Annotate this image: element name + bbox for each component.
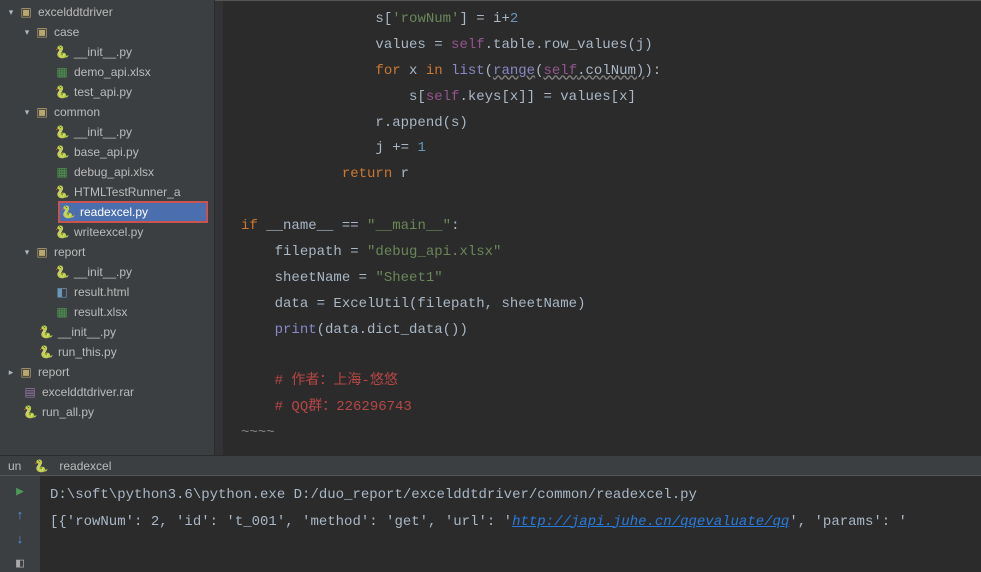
chevron-down-icon: ▾ xyxy=(4,7,18,18)
tree-file[interactable]: 🐍__init__.py xyxy=(0,122,214,142)
tree-file[interactable]: ▦debug_api.xlsx xyxy=(0,162,214,182)
python-file-icon: 🐍 xyxy=(54,44,70,60)
python-file-icon: 🐍 xyxy=(54,84,70,100)
package-icon: ▣ xyxy=(34,24,50,40)
chevron-down-icon: ▾ xyxy=(20,107,34,118)
editor-gutter xyxy=(215,1,223,455)
chevron-down-icon: ▾ xyxy=(20,27,34,38)
tree-file[interactable]: ▤excelddtdriver.rar xyxy=(0,382,214,402)
tree-root[interactable]: ▾ ▣ excelddtdriver xyxy=(0,2,214,22)
console-url[interactable]: http://japi.juhe.cn/qqevaluate/qq xyxy=(512,514,789,530)
tree-file[interactable]: 🐍__init__.py xyxy=(0,262,214,282)
tree-folder-report[interactable]: ▾ ▣ report xyxy=(0,242,214,262)
chevron-down-icon: ▾ xyxy=(20,247,34,258)
python-file-icon: 🐍 xyxy=(54,144,70,160)
tree-file[interactable]: 🐍__init__.py xyxy=(0,322,214,342)
run-tab-bar[interactable]: un 🐍 readexcel xyxy=(0,455,981,475)
excel-file-icon: ▦ xyxy=(54,164,70,180)
folder-icon: ▣ xyxy=(18,4,34,20)
python-file-icon: 🐍 xyxy=(54,264,70,280)
tree-file[interactable]: 🐍run_all.py xyxy=(0,402,214,422)
tree-folder-report2[interactable]: ▸ ▣ report xyxy=(0,362,214,382)
tree-file[interactable]: 🐍run_this.py xyxy=(0,342,214,362)
tree-file[interactable]: 🐍__init__.py xyxy=(0,42,214,62)
tree-folder-common[interactable]: ▾ ▣ common xyxy=(0,102,214,122)
tree-file[interactable]: ▦result.xlsx xyxy=(0,302,214,322)
console-line: D:\soft\python3.6\python.exe D:/duo_repo… xyxy=(50,482,971,509)
python-file-icon: 🐍 xyxy=(38,344,54,360)
python-file-icon: 🐍 xyxy=(38,324,54,340)
rerun-button[interactable]: ▶ xyxy=(11,482,29,500)
python-file-icon: 🐍 xyxy=(60,204,76,220)
chevron-right-icon: ▸ xyxy=(4,367,18,378)
excel-file-icon: ▦ xyxy=(54,64,70,80)
tree-file[interactable]: 🐍writeexcel.py xyxy=(0,222,214,242)
console-options-button[interactable]: ◧ xyxy=(11,554,29,572)
python-file-icon: 🐍 xyxy=(54,124,70,140)
tree-file[interactable]: 🐍test_api.py xyxy=(0,82,214,102)
package-icon: ▣ xyxy=(34,104,50,120)
excel-file-icon: ▦ xyxy=(54,304,70,320)
package-icon: ▣ xyxy=(34,244,50,260)
project-tree[interactable]: ▾ ▣ excelddtdriver ▾ ▣ case 🐍__init__.py… xyxy=(0,0,215,455)
console-toolbar: ▶ ↑ ↓ ◧ xyxy=(0,476,40,572)
tree-file[interactable]: ▦demo_api.xlsx xyxy=(0,62,214,82)
python-file-icon: 🐍 xyxy=(22,404,38,420)
code-editor[interactable]: s['rowNum'] = i+2 values = self.table.ro… xyxy=(215,0,981,455)
python-file-icon: 🐍 xyxy=(33,458,49,474)
console-line: [{'rowNum': 2, 'id': 't_001', 'method': … xyxy=(50,509,971,536)
tab-script-name[interactable]: readexcel xyxy=(59,459,111,473)
tree-file[interactable]: 🐍HTMLTestRunner_a xyxy=(0,182,214,202)
html-file-icon: ◧ xyxy=(54,284,70,300)
tree-folder-case[interactable]: ▾ ▣ case xyxy=(0,22,214,42)
scroll-down-button[interactable]: ↓ xyxy=(11,530,29,548)
tree-file[interactable]: ◧result.html xyxy=(0,282,214,302)
tree-file[interactable]: 🐍base_api.py xyxy=(0,142,214,162)
code-content[interactable]: s['rowNum'] = i+2 values = self.table.ro… xyxy=(241,7,981,447)
python-file-icon: 🐍 xyxy=(54,184,70,200)
python-file-icon: 🐍 xyxy=(54,224,70,240)
tree-label: excelddtdriver xyxy=(38,5,113,19)
folder-icon: ▣ xyxy=(18,364,34,380)
tree-file-selected[interactable]: 🐍 readexcel.py xyxy=(58,201,208,223)
archive-file-icon: ▤ xyxy=(22,384,38,400)
run-console: ▶ ↑ ↓ ◧ D:\soft\python3.6\python.exe D:/… xyxy=(0,475,981,572)
tab-run[interactable]: un xyxy=(8,459,21,473)
console-output[interactable]: D:\soft\python3.6\python.exe D:/duo_repo… xyxy=(40,476,981,572)
scroll-up-button[interactable]: ↑ xyxy=(11,506,29,524)
